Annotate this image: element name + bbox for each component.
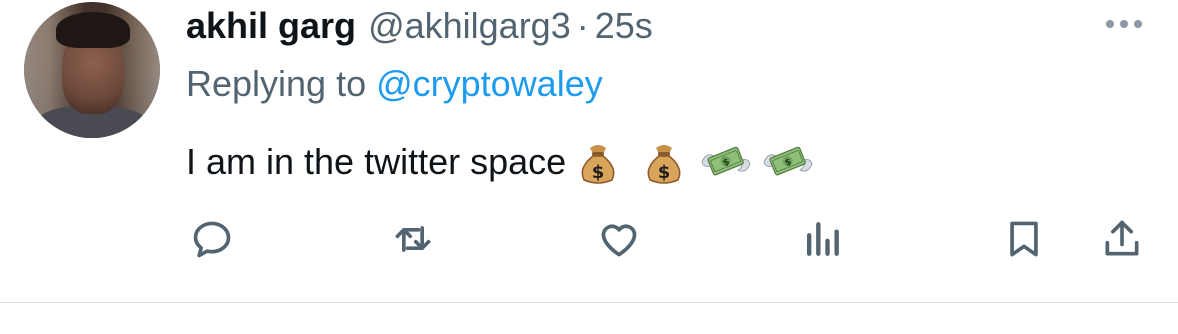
money-with-wings-icon: $ xyxy=(701,146,751,176)
more-dots-icon[interactable] xyxy=(1098,12,1150,36)
header-separator: · xyxy=(576,5,589,46)
share-button[interactable] xyxy=(1097,214,1147,264)
money-bag-icon: $ xyxy=(647,145,681,184)
tweet-timestamp[interactable]: 25s xyxy=(595,4,653,48)
divider xyxy=(0,302,1178,303)
avatar[interactable] xyxy=(24,2,160,138)
replying-to: Replying to @cryptowaley xyxy=(186,62,603,106)
avatar-hair xyxy=(56,12,130,48)
reply-bubble-icon xyxy=(193,221,231,258)
svg-text:$: $ xyxy=(658,162,671,183)
retweet-button[interactable] xyxy=(388,214,438,264)
like-button[interactable] xyxy=(594,214,644,264)
tweet-text: I am in the twitter space xyxy=(186,141,567,182)
tweet-header: akhil garg @akhilgarg3 · 25s xyxy=(186,4,653,48)
svg-text:$: $ xyxy=(592,162,605,183)
replying-to-prefix: Replying to xyxy=(186,63,367,104)
tweet-body: I am in the twitter space $ $ $ $ xyxy=(186,138,816,186)
more-dot xyxy=(1134,20,1142,28)
author-handle[interactable]: @akhilgarg3 xyxy=(368,4,571,48)
author-name[interactable]: akhil garg xyxy=(186,4,356,48)
views-button[interactable] xyxy=(797,214,847,264)
bookmark-button[interactable] xyxy=(999,214,1049,264)
money-bag-icon: $ xyxy=(581,145,615,184)
views-bar-chart-icon xyxy=(806,222,839,256)
money-with-wings-icon: $ xyxy=(763,146,813,176)
heart-icon xyxy=(601,224,637,257)
more-dot xyxy=(1120,20,1128,28)
replying-to-mention[interactable]: @cryptowaley xyxy=(376,63,603,104)
more-dot xyxy=(1106,20,1114,28)
reply-button[interactable] xyxy=(187,214,237,264)
share-upload-icon xyxy=(1105,220,1139,256)
retweet-icon xyxy=(395,226,431,252)
bookmark-icon xyxy=(1010,221,1038,257)
